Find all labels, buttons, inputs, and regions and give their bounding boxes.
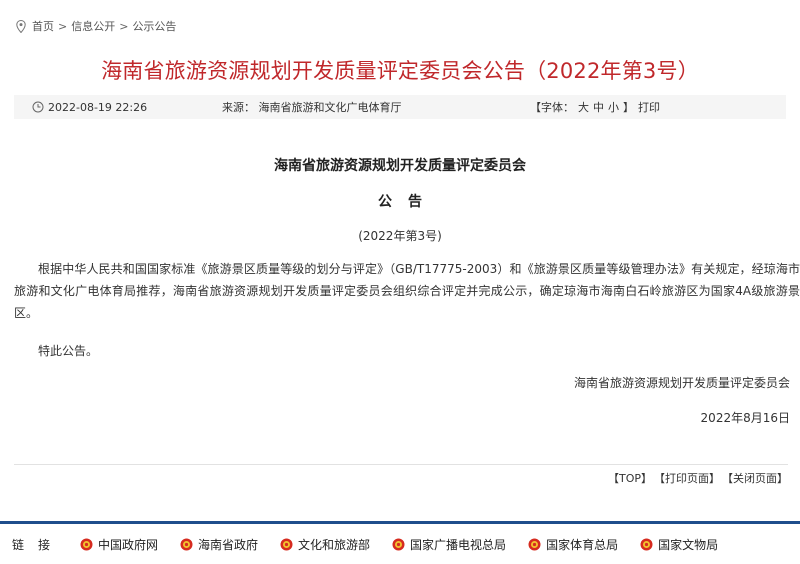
content-divider	[14, 464, 788, 465]
link-sport-gov[interactable]: 国家体育总局	[528, 536, 618, 553]
clock-icon	[32, 101, 44, 113]
national-emblem-icon	[280, 538, 293, 550]
font-size-control: 【字体： 大 中 小 】 打印	[528, 95, 662, 119]
page-title: 海南省旅游资源规划开发质量评定委员会公告（2022年第3号）	[101, 59, 699, 83]
breadcrumb-announcements[interactable]: 公示公告	[132, 18, 176, 34]
national-emblem-icon	[528, 538, 541, 550]
document-number: (2022年第3号)	[358, 229, 442, 243]
close-page-link[interactable]: 【关闭页面】	[722, 470, 788, 486]
link-label: 国家文物局	[658, 537, 719, 552]
document-body: 根据中华人民共和国国家标准《旅游景区质量等级的划分与评定》（GB/T17775-…	[14, 262, 800, 320]
publish-datetime: 2022-08-19 22:26	[32, 95, 147, 119]
document-subheading: 公告	[378, 194, 438, 210]
print-button[interactable]: 打印	[638, 99, 660, 115]
article-source: 来源： 海南省旅游和文化广电体育厅	[222, 101, 402, 114]
document-date: 2022年8月16日	[700, 411, 790, 425]
font-control-open: 【字体：	[530, 101, 574, 114]
link-label: 海南省政府	[198, 537, 259, 552]
national-emblem-icon	[640, 538, 653, 550]
font-medium-button[interactable]: 中	[593, 99, 604, 115]
link-label: 中国政府网	[98, 537, 159, 552]
back-to-top-link[interactable]: 【TOP】	[608, 470, 652, 486]
national-emblem-icon	[392, 538, 405, 550]
breadcrumb: 首页 > 信息公开 > 公示公告	[16, 18, 176, 34]
link-label: 国家广播电视总局	[410, 537, 507, 552]
breadcrumb-separator: >	[119, 19, 129, 33]
document-closing: 特此公告。	[38, 344, 99, 358]
article-meta-bar: 2022-08-19 22:26 来源： 海南省旅游和文化广电体育厅 【字体： …	[14, 95, 786, 119]
font-control-close: 】	[623, 101, 634, 114]
footer-links: 链接 中国政府网 海南省政府 文化和旅游部 国家广播电视总局 国家体育总局 国家…	[0, 524, 800, 564]
national-emblem-icon	[180, 538, 193, 550]
publish-datetime-text: 2022-08-19 22:26	[48, 100, 148, 114]
print-page-link[interactable]: 【打印页面】	[654, 470, 720, 486]
breadcrumb-home[interactable]: 首页	[32, 18, 54, 34]
breadcrumb-info-public[interactable]: 信息公开	[71, 18, 115, 34]
breadcrumb-separator: >	[58, 19, 68, 33]
national-emblem-icon	[80, 538, 93, 550]
link-label: 文化和旅游部	[298, 537, 371, 552]
link-label: 国家体育总局	[546, 537, 619, 552]
link-mct[interactable]: 文化和旅游部	[280, 536, 370, 553]
link-ncha[interactable]: 国家文物局	[640, 536, 718, 553]
page-actions: 【TOP】 【打印页面】 【关闭页面】	[608, 470, 788, 486]
link-gov-cn[interactable]: 中国政府网	[80, 536, 158, 553]
document-heading: 海南省旅游资源规划开发质量评定委员会	[274, 158, 526, 174]
location-pin-icon	[16, 19, 26, 33]
document-signer: 海南省旅游资源规划开发质量评定委员会	[573, 376, 790, 390]
link-nrta[interactable]: 国家广播电视总局	[392, 536, 506, 553]
font-small-button[interactable]: 小	[608, 99, 619, 115]
footer-links-label: 链接	[12, 537, 65, 552]
link-hainan-gov[interactable]: 海南省政府	[180, 536, 258, 553]
font-large-button[interactable]: 大	[578, 99, 589, 115]
